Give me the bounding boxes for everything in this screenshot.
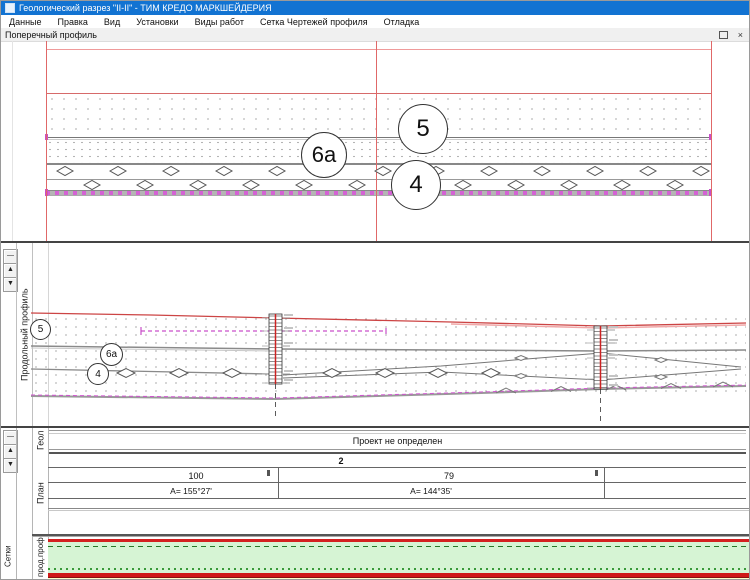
stratum-number: 4 — [409, 171, 422, 199]
bar-border — [49, 433, 746, 434]
window-title: Геологический разрез "II-II" - ТИМ КРЕДО… — [19, 3, 272, 13]
app-icon — [5, 3, 15, 13]
cell-end-marker-icon — [267, 470, 270, 476]
title-bar[interactable]: Геологический разрез "II-II" - ТИМ КРЕДО… — [1, 1, 750, 15]
grid-line — [48, 510, 750, 511]
grid-line — [48, 482, 746, 483]
application-window: Геологический разрез "II-II" - ТИМ КРЕДО… — [0, 0, 750, 580]
menu-item-vidy-rabot[interactable]: Виды работ — [187, 17, 252, 27]
stratum-number: 4 — [95, 369, 101, 380]
distance-value: 79 — [444, 471, 454, 481]
distance-cell-2[interactable]: 79 — [394, 471, 504, 481]
cross-section-canvas[interactable]: 5 6а 4 — [1, 41, 750, 243]
cross-section-title: Поперечный профиль — [1, 30, 719, 40]
green-dashed-line — [48, 546, 750, 548]
stratum-label-circle-6a: 6а — [100, 343, 123, 366]
azimuth-value: А= 155°27' — [170, 486, 212, 496]
down-arrow-icon: ▼ — [7, 461, 14, 468]
collapse-glyph: — — [7, 433, 14, 440]
distance-value: 100 — [188, 471, 203, 481]
project-status-text: Проект не определен — [49, 436, 746, 446]
grids-area: — ▲ ▼ Геол План Сетки прод.проф. Проект … — [1, 428, 750, 580]
menu-item-otladka[interactable]: Отладка — [376, 17, 428, 27]
stratum-label-circle-5: 5 — [30, 319, 51, 340]
stratum-number: 6а — [312, 142, 336, 168]
longitudinal-grid-label: прод.проф. — [36, 536, 45, 578]
bar-border — [49, 452, 746, 454]
green-dotted-line — [48, 568, 750, 570]
menu-bar: Данные Правка Вид Установки Виды работ С… — [1, 15, 750, 29]
cross-section-diamonds-layer — [1, 41, 750, 243]
menu-item-vid[interactable]: Вид — [96, 17, 128, 27]
azimuth-value: А= 144°35' — [410, 486, 452, 496]
project-status-value: Проект не определен — [353, 436, 443, 446]
stratum-label-circle-6a: 6а — [301, 132, 347, 178]
distance-cell-1[interactable]: 100 — [141, 471, 251, 481]
cross-section-caption-bar: Поперечный профиль × — [1, 28, 750, 42]
stratum-number: 5 — [416, 115, 429, 143]
stratum-number: 5 — [38, 324, 44, 335]
km-cell[interactable]: 2 — [331, 456, 351, 466]
plan-tab[interactable]: План — [33, 454, 48, 533]
grids-tab[interactable]: Сетки — [1, 532, 15, 580]
stratum-label-circle-4: 4 — [87, 363, 109, 385]
menu-item-ustanovki[interactable]: Установки — [128, 17, 186, 27]
sidebar-divider — [16, 428, 17, 580]
menu-item-pravka[interactable]: Правка — [50, 17, 96, 27]
longitudinal-grid-tab[interactable]: прод.проф. — [33, 532, 48, 580]
longitudinal-profile-canvas[interactable] — [1, 243, 750, 426]
longitudinal-profile-section: — ▲ ▼ Продольный профиль 5 6а 4 — [1, 243, 750, 426]
cell-end-marker-icon — [595, 470, 598, 476]
bar-border — [49, 449, 746, 450]
stratum-label-circle-5: 5 — [398, 104, 448, 154]
close-icon[interactable]: × — [738, 32, 743, 38]
azimuth-cell-2[interactable]: А= 144°35' — [376, 486, 486, 496]
menu-item-dannye[interactable]: Данные — [1, 17, 50, 27]
stratum-number: 6а — [106, 349, 117, 360]
grid-line — [48, 498, 746, 499]
float-panel-icon[interactable] — [719, 31, 728, 39]
grid-column-divider — [278, 467, 279, 498]
geol-tab[interactable]: Геол — [33, 428, 48, 453]
bar-border — [49, 430, 746, 431]
azimuth-cell-1[interactable]: А= 155°27' — [136, 486, 246, 496]
geol-label: Геол — [36, 431, 46, 450]
menu-item-setka-chertezhey[interactable]: Сетка Чертежей профиля — [252, 17, 376, 27]
grid-line — [48, 508, 750, 509]
grid-green-band[interactable] — [48, 542, 750, 573]
up-arrow-icon: ▲ — [7, 447, 14, 454]
grids-label: Сетки — [4, 546, 13, 568]
grids-top-border-echo — [32, 536, 750, 537]
km-value: 2 — [338, 456, 343, 466]
grid-line — [48, 467, 746, 468]
plan-label: План — [36, 483, 46, 505]
stratum-label-circle-4: 4 — [391, 160, 441, 210]
grid-column-divider — [604, 467, 605, 498]
